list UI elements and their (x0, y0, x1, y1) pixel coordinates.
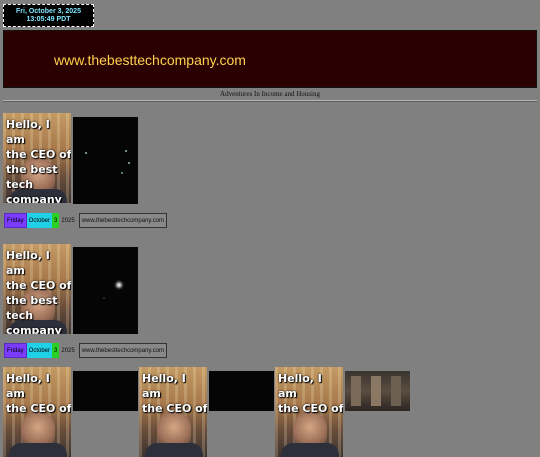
time-text: 13:05:49 PDT (26, 16, 71, 23)
date-bar: Friday October 3 2025 www.thebesttechcom… (4, 343, 167, 358)
daynum-label: 3 (52, 343, 60, 358)
date-text: Fri, October 3, 2025 (16, 8, 81, 15)
banner-url[interactable]: www.thebesttechcompany.com (54, 52, 246, 68)
date-bar: Friday October 3 2025 www.thebesttechcom… (4, 213, 167, 228)
ceo-photo[interactable]: Hello, I am the CEO of the best tech company (3, 113, 71, 203)
night-photo[interactable] (209, 371, 274, 411)
divider (3, 100, 537, 102)
site-tagline: Adventures In Income and Housing (220, 90, 320, 98)
day-label: Friday (4, 343, 27, 358)
site-link[interactable]: www.thebesttechcompany.com (78, 213, 167, 228)
date-time-display: Fri, October 3, 2025 13:05:49 PDT (3, 4, 94, 27)
site-link[interactable]: www.thebesttechcompany.com (78, 343, 167, 358)
street-photo[interactable] (345, 371, 410, 411)
ceo-photo[interactable]: Hello, I am the CEO of (139, 367, 207, 457)
year-label: 2025 (61, 217, 75, 224)
day-label: Friday (4, 213, 27, 228)
ceo-photo[interactable]: Hello, I am the CEO of the best tech company (3, 244, 71, 334)
month-label: October (26, 213, 53, 228)
ceo-caption: Hello, I am the CEO of the best tech company (6, 118, 71, 203)
night-photo[interactable] (73, 247, 138, 334)
ceo-caption: Hello, I am the CEO of (142, 372, 207, 415)
night-photo[interactable] (73, 117, 138, 204)
ceo-photo[interactable]: Hello, I am the CEO of (275, 367, 343, 457)
daynum-label: 3 (52, 213, 60, 228)
ceo-caption: Hello, I am the CEO of (278, 372, 343, 415)
night-photo[interactable] (73, 371, 138, 411)
ceo-caption: Hello, I am the CEO of (6, 372, 71, 415)
month-label: October (26, 343, 53, 358)
ceo-photo[interactable]: Hello, I am the CEO of (3, 367, 71, 457)
ceo-caption: Hello, I am the CEO of the best tech company (6, 249, 71, 334)
year-label: 2025 (61, 347, 75, 354)
site-banner[interactable]: www.thebesttechcompany.com (3, 30, 537, 88)
